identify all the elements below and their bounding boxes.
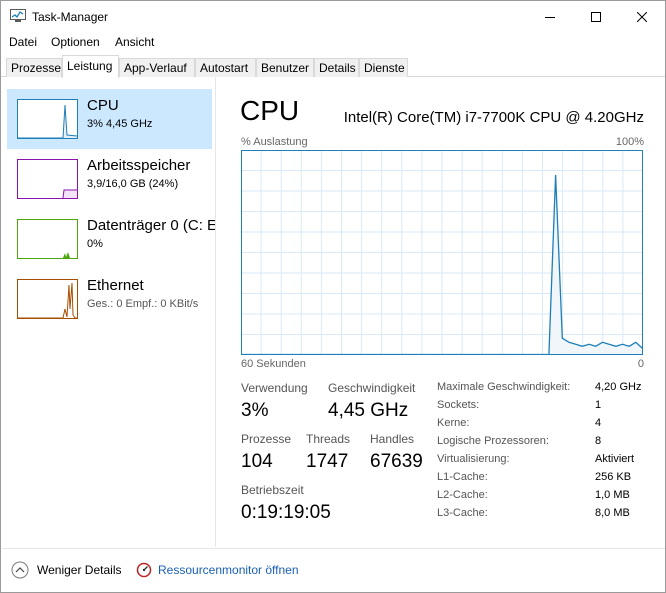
- task-manager-icon: [10, 9, 26, 22]
- speed-label: Geschwindigkeit: [328, 381, 416, 395]
- max-speed-value: 4,20 GHz: [595, 381, 642, 393]
- l2-cache-value: 1,0 MB: [595, 489, 630, 501]
- tab-bar: Prozesse Leistung App-Verlauf Autostart …: [1, 55, 665, 78]
- maximize-icon: [591, 11, 601, 22]
- graph-grid: [241, 150, 643, 355]
- logical-processors-value: 8: [595, 435, 602, 447]
- title-bar[interactable]: Task-Manager: [1, 1, 665, 32]
- cpu-usage-graph: [241, 150, 643, 355]
- menu-optionen[interactable]: Optionen: [51, 35, 100, 49]
- l3-cache-value: 8,0 MB: [595, 507, 630, 519]
- task-manager-window: Task-Manager Datei Optionen Ansicht Proz…: [0, 0, 666, 593]
- close-icon: [637, 11, 647, 22]
- cores-label: Kerne:: [437, 417, 470, 429]
- tab-autostart[interactable]: Autostart: [195, 58, 256, 77]
- l1-cache-label: L1-Cache:: [437, 471, 488, 483]
- sidebar-item-value: 3,9/16,0 GB (24%): [87, 178, 179, 190]
- resource-monitor-icon: [136, 562, 152, 578]
- window-title: Task-Manager: [32, 10, 109, 24]
- tab-benutzer[interactable]: Benutzer: [256, 58, 314, 77]
- close-button[interactable]: [619, 1, 665, 32]
- performance-content: CPU 3% 4,45 GHz Arbeitsspeicher 3,9/16,0…: [2, 77, 665, 547]
- ethernet-thumbnail-graph: [17, 279, 78, 319]
- uptime-label: Betriebszeit: [241, 483, 304, 497]
- graph-time-label: 60 Sekunden: [241, 358, 306, 370]
- fewer-details-label: Weniger Details: [37, 563, 122, 577]
- virtualization-value: Aktiviert: [595, 453, 635, 465]
- sidebar-item-disk[interactable]: Datenträger 0 (C: E 0%: [7, 209, 215, 269]
- speed-value: 4,45 GHz: [328, 400, 409, 421]
- tab-leistung[interactable]: Leistung: [62, 55, 119, 78]
- cpu-model-name: Intel(R) Core(TM) i7-7700K CPU @ 4.20GHz: [343, 109, 644, 126]
- sidebar-item-label: CPU: [87, 97, 119, 114]
- minimize-button[interactable]: [527, 1, 573, 32]
- page-title: CPU: [240, 95, 300, 126]
- memory-thumbnail-graph: [17, 159, 78, 199]
- threads-value: 1747: [306, 451, 349, 472]
- l3-cache-label: L3-Cache:: [437, 507, 488, 519]
- tab-app-verlauf[interactable]: App-Verlauf: [119, 58, 195, 77]
- graph-y-label: % Auslastung: [241, 136, 308, 148]
- handles-value: 67639: [370, 451, 423, 472]
- handles-label: Handles: [370, 432, 415, 446]
- cpu-thumbnail-graph: [17, 99, 78, 139]
- sidebar-item-label: Ethernet: [87, 277, 144, 294]
- fewer-details-button[interactable]: Weniger Details: [11, 561, 121, 579]
- tab-details[interactable]: Details: [314, 58, 359, 77]
- minimize-icon: [545, 16, 555, 18]
- resource-monitor-label: Ressourcenmonitor öffnen: [158, 563, 299, 577]
- usage-label: Verwendung: [241, 381, 308, 395]
- sidebar-item-ethernet[interactable]: Ethernet Ges.: 0 Empf.: 0 KBit/s: [7, 269, 212, 329]
- virtualization-label: Virtualisierung:: [437, 453, 510, 465]
- sidebar-item-value: 3% 4,45 GHz: [87, 118, 153, 130]
- resource-sidebar: CPU 3% 4,45 GHz Arbeitsspeicher 3,9/16,0…: [2, 77, 216, 547]
- sidebar-item-cpu[interactable]: CPU 3% 4,45 GHz: [7, 89, 212, 149]
- usage-value: 3%: [241, 400, 269, 421]
- chevron-up-circle-icon: [11, 561, 29, 579]
- graph-y-min: 0: [637, 358, 644, 370]
- sidebar-item-label: Datenträger 0 (C: E: [87, 217, 216, 234]
- threads-label: Threads: [306, 432, 351, 446]
- tab-prozesse[interactable]: Prozesse: [6, 58, 62, 77]
- sidebar-item-label: Arbeitsspeicher: [87, 157, 191, 174]
- graph-y-max: 100%: [615, 136, 644, 148]
- logical-processors-label: Logische Prozessoren:: [437, 435, 549, 447]
- tab-dienste[interactable]: Dienste: [359, 58, 408, 77]
- footer-bar: Weniger Details Ressourcenmonitor öffnen: [2, 548, 665, 592]
- menu-datei[interactable]: Datei: [9, 35, 37, 49]
- l2-cache-label: L2-Cache:: [437, 489, 488, 501]
- sockets-value: 1: [595, 399, 602, 411]
- processes-value: 104: [241, 451, 273, 472]
- disk-thumbnail-graph: [17, 219, 78, 259]
- max-speed-label: Maximale Geschwindigkeit:: [437, 381, 571, 393]
- processes-label: Prozesse: [241, 432, 292, 446]
- uptime-value: 0:19:19:05: [241, 502, 331, 523]
- menu-ansicht[interactable]: Ansicht: [115, 35, 154, 49]
- sidebar-item-value: 0%: [87, 238, 103, 250]
- sockets-label: Sockets:: [437, 399, 480, 411]
- sidebar-item-memory[interactable]: Arbeitsspeicher 3,9/16,0 GB (24%): [7, 149, 212, 209]
- cores-value: 4: [595, 417, 602, 429]
- maximize-button[interactable]: [573, 1, 619, 32]
- resource-monitor-link[interactable]: Ressourcenmonitor öffnen: [136, 561, 299, 579]
- cpu-detail-panel: CPU Intel(R) Core(TM) i7-7700K CPU @ 4.2…: [226, 77, 662, 547]
- l1-cache-value: 256 KB: [595, 471, 632, 483]
- menu-bar: Datei Optionen Ansicht: [1, 32, 665, 52]
- sidebar-item-value: Ges.: 0 Empf.: 0 KBit/s: [87, 298, 199, 310]
